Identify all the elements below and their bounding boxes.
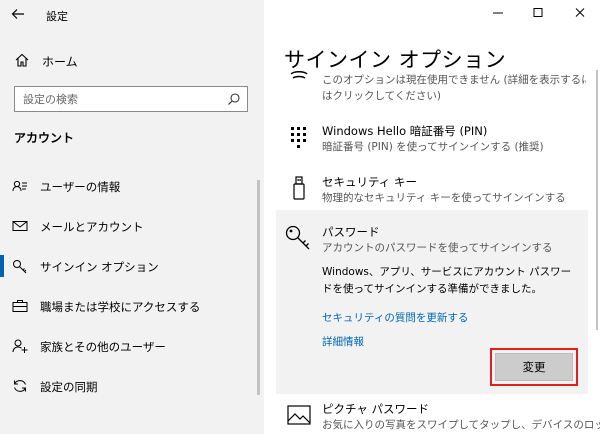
sidebar-item-family[interactable]: 家族とその他のユーザー [0,326,258,366]
sidebar-item-label: ホーム [42,55,78,69]
key-icon [284,224,312,252]
home-icon [14,52,30,68]
sidebar-item-user-info[interactable]: ユーザーの情報 [0,166,258,206]
option-desc: 暗証番号 (PIN) を使ってサインインする (推奨) [322,141,544,153]
sidebar-item-label: ユーザーの情報 [40,180,121,194]
sidebar: 設定 ホーム アカウント ユーザーの情報 メールとアカウント [0,0,264,434]
search-input[interactable] [23,91,223,107]
picture-icon [286,402,312,428]
option-security-key[interactable]: セキュリティ キー 物理的なセキュリティ キーを使ってサインインする [276,171,586,211]
usb-key-icon [286,175,312,201]
option-title: ピクチャ パスワード [322,402,430,416]
option-desc: アカウントのパスワードを使ってサインインする [322,242,553,254]
option-password[interactable]: パスワード アカウントのパスワードを使ってサインインする Windows、アプリ… [276,210,588,394]
search-icon[interactable] [227,92,241,106]
minimize-icon[interactable] [488,4,508,22]
change-button-highlight: 変更 [490,348,578,386]
option-pin[interactable]: Windows Hello 暗証番号 (PIN) 暗証番号 (PIN) を使って… [276,120,586,160]
sidebar-item-sign-in-options[interactable]: サインイン オプション [0,246,258,286]
option-title: パスワード [322,225,380,239]
change-password-button[interactable]: 変更 [495,353,573,381]
sidebar-item-label: メールとアカウント [40,220,144,234]
password-message: Windows、アプリ、サービスにアカウント パスワードを使ってサインインする準… [322,266,572,295]
option-desc-line: このオプションは現在使用できません (詳細を表示するに [322,74,586,86]
sidebar-nav: ユーザーの情報 メールとアカウント サインイン オプション 職場または学校にアク… [0,166,264,406]
user-info-icon [12,178,28,194]
sidebar-scrollbar[interactable] [257,180,260,395]
sidebar-item-mail[interactable]: メールとアカウント [0,206,258,246]
section-title: アカウント [14,131,75,145]
mail-icon [12,218,28,234]
sidebar-item-label: サインイン オプション [40,260,159,274]
sidebar-item-home[interactable]: ホーム [0,48,264,74]
back-arrow-icon[interactable] [10,6,26,22]
option-title: Windows Hello 暗証番号 (PIN) [322,124,488,138]
sidebar-item-work-school[interactable]: 職場または学校にアクセスする [0,286,258,326]
add-user-icon [12,338,28,354]
window-controls [470,0,600,28]
update-security-questions-link[interactable]: セキュリティの質問を更新する [322,310,468,325]
unavailable-option[interactable]: このオプションは現在使用できません (詳細を表示するに はクリックしてください) [276,70,586,110]
sync-icon [12,378,28,394]
option-title: セキュリティ キー [322,175,417,189]
briefcase-icon [12,298,28,314]
app-title: 設定 [46,10,68,23]
main-content: サインイン オプション このオプションは現在使用できません (詳細を表示するに … [264,0,600,434]
pin-keypad-icon [286,124,312,150]
more-info-link[interactable]: 詳細情報 [322,334,364,349]
option-picture-password[interactable]: ピクチャ パスワード お気に入りの写真をスワイプしてタップし、デバイスのロッ [276,398,600,434]
option-desc: お気に入りの写真をスワイプしてタップし、デバイスのロッ [322,419,600,431]
close-icon[interactable] [570,4,590,22]
option-desc-line: はクリックしてください) [322,90,441,102]
title-bar: 設定 [0,0,264,30]
sidebar-item-label: 職場または学校にアクセスする [40,300,201,314]
key-icon [12,258,28,274]
fingerprint-icon [286,70,312,90]
sidebar-item-label: 家族とその他のユーザー [40,340,166,354]
sidebar-item-label: 設定の同期 [40,380,98,394]
sidebar-item-sync[interactable]: 設定の同期 [0,366,258,406]
option-desc: 物理的なセキュリティ キーを使ってサインインする [322,192,566,204]
maximize-icon[interactable] [528,4,548,22]
content-scrollbar[interactable] [596,70,598,330]
search-box[interactable] [14,86,248,112]
